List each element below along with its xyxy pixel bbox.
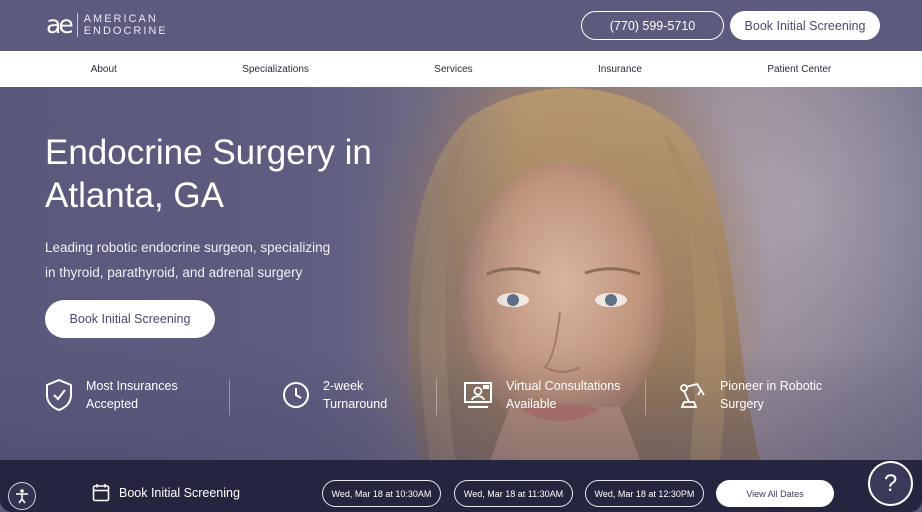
- feature-divider: [436, 379, 437, 415]
- main-nav: About Specializations Services Insurance…: [0, 51, 922, 87]
- hero-subtitle-line2: in thyroid, parathyroid, and adrenal sur…: [45, 265, 303, 280]
- feature-line: Available: [506, 397, 557, 411]
- date-slot-button[interactable]: Wed, Mar 18 at 10:30AM: [322, 480, 441, 507]
- calendar-icon: [92, 484, 110, 502]
- nav-item-services[interactable]: Services: [428, 60, 478, 79]
- feature-robotic: Pioneer in Robotic Surgery: [677, 377, 830, 413]
- robotic-arm-icon: [680, 382, 705, 408]
- hero-title-line2: Atlanta, GA: [45, 176, 224, 215]
- hero-subtitle-line1: Leading robotic endocrine surgeon, speci…: [45, 240, 331, 255]
- accessibility-button[interactable]: [8, 482, 36, 510]
- nav-item-about[interactable]: About: [85, 60, 123, 79]
- logo-text-line1: AMERICAN: [83, 12, 158, 25]
- video-consultation-icon: [464, 382, 492, 408]
- nav-item-patient-center[interactable]: Patient Center: [761, 60, 837, 79]
- page: ae AMERICAN ENDOCRINE (770) 599-5710 Boo…: [0, 0, 922, 512]
- hero-section: Endocrine Surgery in Atlanta, GA Leading…: [0, 87, 922, 460]
- hero-title: Endocrine Surgery in Atlanta, GA: [45, 131, 425, 217]
- logo-text: AMERICAN ENDOCRINE: [84, 13, 168, 37]
- booking-bar-label: Book Initial Screening: [119, 486, 240, 500]
- feature-divider: [645, 379, 646, 415]
- shield-check-icon: [46, 378, 72, 412]
- view-all-dates-button[interactable]: View All Dates: [716, 480, 834, 507]
- feature-line: Surgery: [720, 397, 764, 411]
- site-header: ae AMERICAN ENDOCRINE (770) 599-5710 Boo…: [0, 0, 922, 51]
- logo[interactable]: ae AMERICAN ENDOCRINE: [46, 12, 168, 37]
- feature-line: 2-week: [323, 379, 364, 393]
- feature-divider: [229, 379, 230, 415]
- feature-label: 2-week Turnaround: [323, 377, 433, 413]
- clock-icon: [283, 382, 309, 408]
- feature-line: Most Insurances: [86, 379, 178, 393]
- logo-text-line2: ENDOCRINE: [83, 24, 168, 37]
- nav-item-insurance[interactable]: Insurance: [592, 60, 648, 79]
- accessibility-icon: [16, 489, 28, 504]
- date-slot-button[interactable]: Wed, Mar 18 at 11:30AM: [454, 480, 573, 507]
- feature-label: Pioneer in Robotic Surgery: [720, 377, 830, 413]
- logo-mark: ae: [46, 10, 74, 39]
- feature-label: Most Insurances Accepted: [86, 377, 196, 413]
- feature-line: Accepted: [86, 397, 139, 411]
- hero-title-line1: Endocrine Surgery in: [45, 133, 372, 172]
- hero-subtitle: Leading robotic endocrine surgeon, speci…: [45, 235, 375, 285]
- feature-line: Pioneer in Robotic: [720, 379, 823, 393]
- book-screening-hero-button[interactable]: Book Initial Screening: [45, 300, 215, 338]
- feature-label: Virtual Consultations Available: [506, 377, 626, 413]
- feature-virtual: Virtual Consultations Available: [463, 377, 626, 413]
- feature-insurance: Most Insurances Accepted: [45, 377, 196, 413]
- logo-divider: [76, 12, 78, 37]
- feature-line: Virtual Consultations: [506, 379, 621, 393]
- feature-line: Turnaround: [323, 397, 388, 411]
- phone-button[interactable]: (770) 599-5710: [581, 11, 724, 40]
- nav-item-specializations[interactable]: Specializations: [236, 60, 315, 79]
- book-screening-header-button[interactable]: Book Initial Screening: [730, 11, 880, 40]
- date-slot-button[interactable]: Wed, Mar 18 at 12:30PM: [585, 480, 704, 507]
- help-button[interactable]: ?: [868, 461, 913, 506]
- feature-turnaround: 2-week Turnaround: [282, 377, 433, 413]
